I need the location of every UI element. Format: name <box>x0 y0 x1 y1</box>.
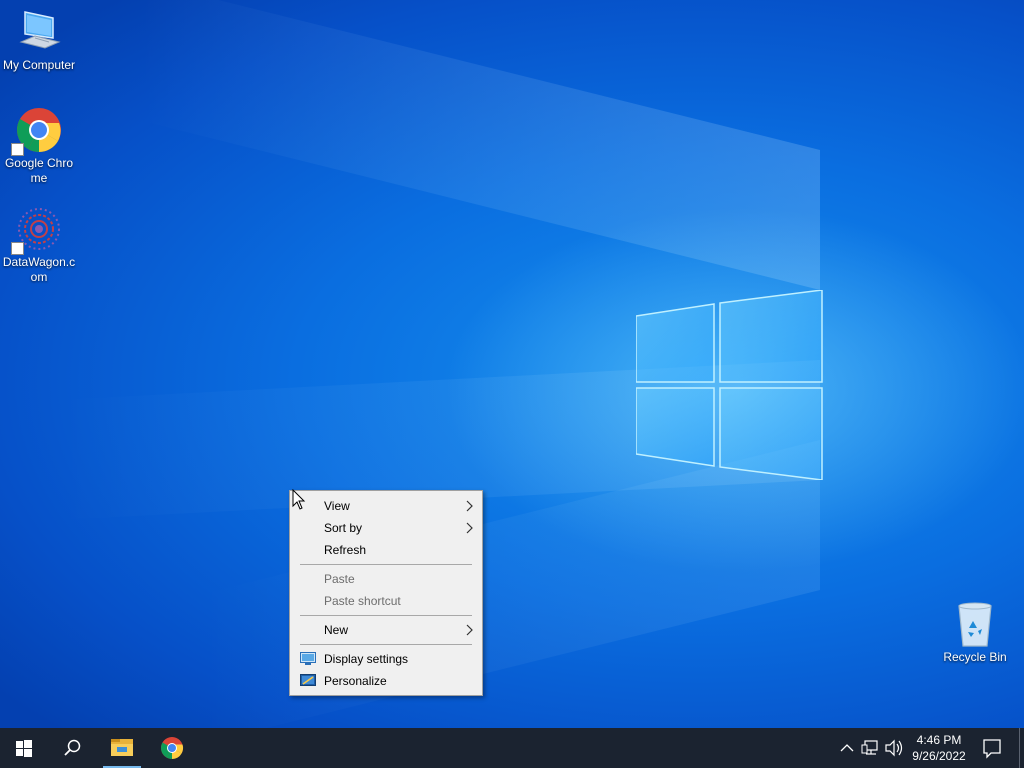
chrome-taskbar-button[interactable] <box>148 728 196 768</box>
menu-item-label: Paste shortcut <box>324 594 401 608</box>
chevron-right-icon <box>466 500 473 512</box>
menu-item-label: Refresh <box>324 543 367 557</box>
shortcut-arrow-icon <box>11 242 24 255</box>
desktop-icon-label: Recycle Bin <box>943 650 1007 664</box>
menu-item-label: Display settings <box>324 652 409 666</box>
menu-separator <box>300 615 472 616</box>
menu-item-label: Personalize <box>324 674 387 688</box>
menu-item-display-settings[interactable]: Display settings <box>292 648 480 670</box>
display-settings-icon <box>300 652 316 665</box>
menu-item-paste[interactable]: Paste <box>292 568 480 590</box>
clock-time: 4:46 PM <box>916 733 962 747</box>
desktop-icon-datawagon[interactable]: DataWagon.com <box>0 205 78 285</box>
desktop-context-menu: View Sort by Refresh Paste Paste shortcu… <box>289 490 483 696</box>
desktop-icon-label: DataWagon.com <box>2 255 76 284</box>
desktop-icon-recycle-bin[interactable]: Recycle Bin <box>936 600 1014 665</box>
volume-icon <box>885 739 903 757</box>
taskbar-clock[interactable]: 4:46 PM 9/26/2022 <box>906 732 972 764</box>
menu-item-label: Sort by <box>324 521 363 535</box>
show-desktop-button[interactable] <box>1019 728 1024 768</box>
personalize-icon <box>300 674 316 686</box>
desktop-icon-label: Google Chrome <box>4 156 74 185</box>
menu-item-label: New <box>324 623 349 637</box>
chevron-right-icon <box>466 624 473 636</box>
file-explorer-taskbar-button[interactable] <box>96 728 148 768</box>
datawagon-icon <box>11 205 63 255</box>
recycle-bin-icon <box>951 600 999 648</box>
light-beam <box>140 0 820 290</box>
volume-tray-button[interactable] <box>883 728 905 768</box>
file-explorer-icon <box>111 739 133 756</box>
mouse-cursor-icon <box>292 489 306 510</box>
menu-item-paste-shortcut[interactable]: Paste shortcut <box>292 590 480 612</box>
chrome-icon <box>161 737 184 759</box>
desktop-icon-google-chrome[interactable]: Google Chrome <box>0 106 78 186</box>
menu-item-label: View <box>324 499 350 513</box>
menu-separator <box>300 564 472 565</box>
network-icon <box>861 740 878 755</box>
clock-date: 9/26/2022 <box>912 749 966 763</box>
network-tray-button[interactable] <box>860 728 882 768</box>
chevron-up-icon <box>840 744 854 752</box>
menu-item-refresh[interactable]: Refresh <box>292 539 480 561</box>
start-button[interactable] <box>0 728 48 768</box>
menu-item-personalize[interactable]: Personalize <box>292 670 480 692</box>
chrome-icon <box>11 106 63 156</box>
action-center-button[interactable] <box>978 728 1006 768</box>
search-button[interactable] <box>48 728 96 768</box>
menu-item-view[interactable]: View <box>292 495 480 517</box>
desktop-background[interactable]: My Computer Google Chrome DataWagon.com … <box>0 0 1024 728</box>
taskbar: 4:46 PM 9/26/2022 <box>0 728 1024 768</box>
notification-icon <box>983 739 1001 759</box>
menu-separator <box>300 644 472 645</box>
shortcut-arrow-icon <box>11 143 24 156</box>
desktop-icon-my-computer[interactable]: My Computer <box>0 8 78 73</box>
windows-logo-wallpaper <box>636 290 823 480</box>
show-hidden-icons-button[interactable] <box>836 728 858 768</box>
menu-item-new[interactable]: New <box>292 619 480 641</box>
search-icon <box>64 739 81 756</box>
monitor-icon <box>15 8 63 56</box>
start-icon <box>16 740 32 757</box>
desktop-icon-label: My Computer <box>2 58 76 72</box>
menu-item-sort-by[interactable]: Sort by <box>292 517 480 539</box>
chevron-right-icon <box>466 522 473 534</box>
menu-item-label: Paste <box>324 572 355 586</box>
